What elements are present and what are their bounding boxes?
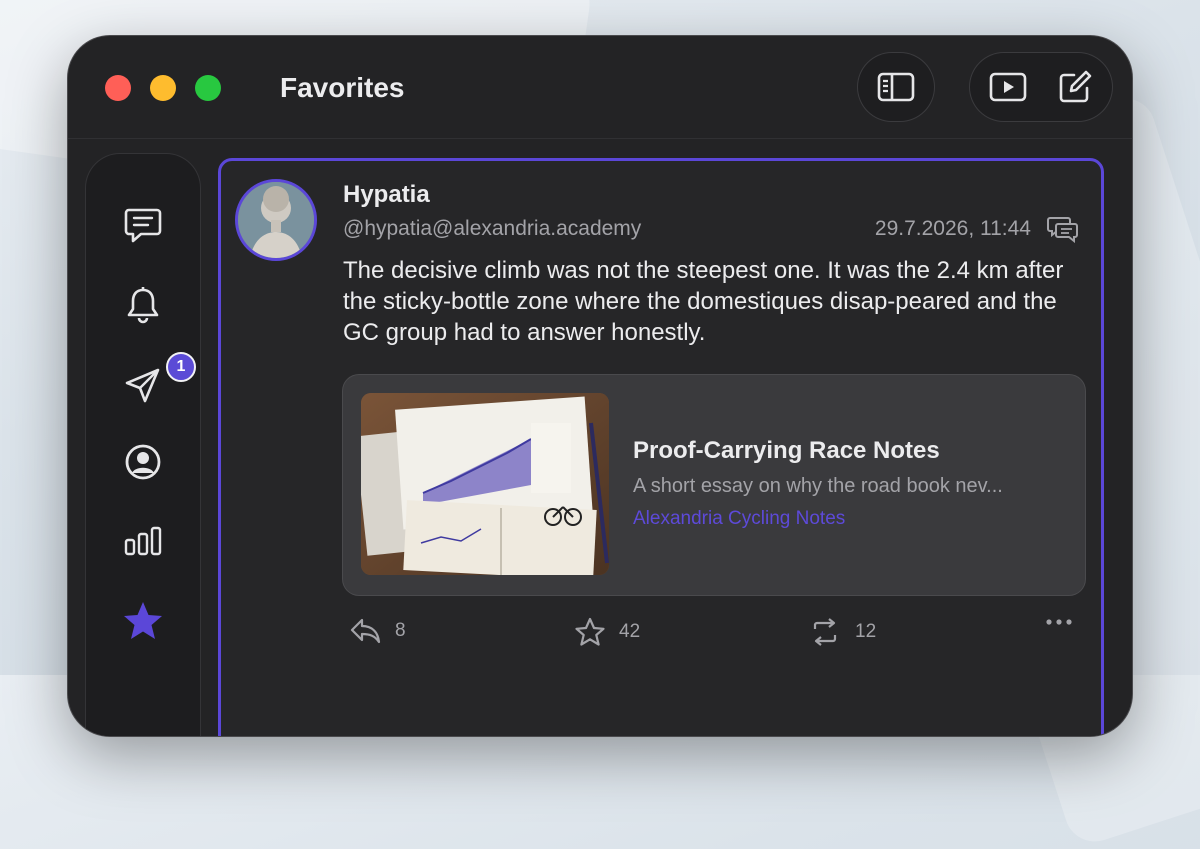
- post-timestamp: 29.7.2026, 11:44: [874, 217, 1031, 240]
- toolbar-actions-group: [970, 53, 1112, 121]
- avatar[interactable]: [235, 179, 317, 261]
- sidebar: 1: [86, 154, 200, 736]
- sidebar-item-notifications[interactable]: [118, 280, 168, 330]
- more-options-button[interactable]: [1045, 617, 1073, 627]
- play-button[interactable]: [986, 65, 1030, 109]
- author-name[interactable]: Hypatia: [343, 181, 430, 209]
- link-preview-title: Proof-Carrying Race Notes: [633, 437, 940, 464]
- author-handle[interactable]: @hypatia@alexandria.academy: [343, 217, 641, 241]
- play-icon: [989, 72, 1026, 102]
- sidebar-item-timeline[interactable]: [118, 200, 168, 250]
- favorite-button[interactable]: 42: [575, 617, 640, 647]
- link-preview-source: Alexandria Cycling Notes: [633, 508, 846, 529]
- person-circle-icon: [125, 444, 161, 480]
- conversation-icon[interactable]: [1047, 215, 1079, 243]
- favorite-count: 42: [619, 621, 641, 642]
- bars-icon: [124, 526, 162, 556]
- sidebar-item-favorites[interactable]: [118, 596, 168, 646]
- sidebar-icon: [874, 65, 918, 109]
- boost-button[interactable]: 12: [809, 617, 876, 647]
- boost-count: 12: [855, 621, 877, 642]
- sidebar-item-profile[interactable]: [118, 437, 168, 487]
- paper-plane-icon: [125, 368, 160, 403]
- link-preview-image: [361, 393, 609, 575]
- post-actions: 8 42 12: [343, 617, 1083, 657]
- reply-icon: [349, 618, 381, 644]
- reply-button[interactable]: 8: [349, 617, 406, 645]
- compose-button[interactable]: [1053, 65, 1097, 109]
- sidebar-item-messages[interactable]: 1: [118, 352, 196, 410]
- link-preview-description: A short essay on why the road book nev..…: [633, 475, 1003, 497]
- toggle-sidebar-button[interactable]: [858, 53, 934, 121]
- compose-icon: [1059, 70, 1091, 103]
- bell-icon: [127, 287, 159, 324]
- zoom-window-button[interactable]: [195, 75, 221, 101]
- chat-bubble-icon: [124, 208, 162, 243]
- bust-portrait: [238, 182, 314, 258]
- title-bar: Favorites: [68, 36, 1132, 139]
- post-text: The decisive climb was not the steepest …: [343, 257, 1064, 346]
- boost-icon: [813, 618, 837, 646]
- star-outline-icon: [575, 617, 605, 646]
- sidebar-item-lists[interactable]: [118, 516, 168, 566]
- close-window-button[interactable]: [105, 75, 131, 101]
- star-icon: [124, 602, 162, 639]
- link-preview-card[interactable]: Proof-Carrying Race Notes A short essay …: [343, 375, 1085, 595]
- app-window: Favorites 1 Hypatia @hypatia@alexandria.…: [68, 36, 1132, 736]
- window-title: Favorites: [280, 72, 405, 103]
- reply-count: 8: [395, 620, 406, 641]
- post-card[interactable]: Hypatia @hypatia@alexandria.academy 29.7…: [218, 158, 1104, 736]
- minimize-window-button[interactable]: [150, 75, 176, 101]
- unread-badge: 1: [166, 352, 196, 382]
- ellipsis-icon: [1046, 619, 1072, 625]
